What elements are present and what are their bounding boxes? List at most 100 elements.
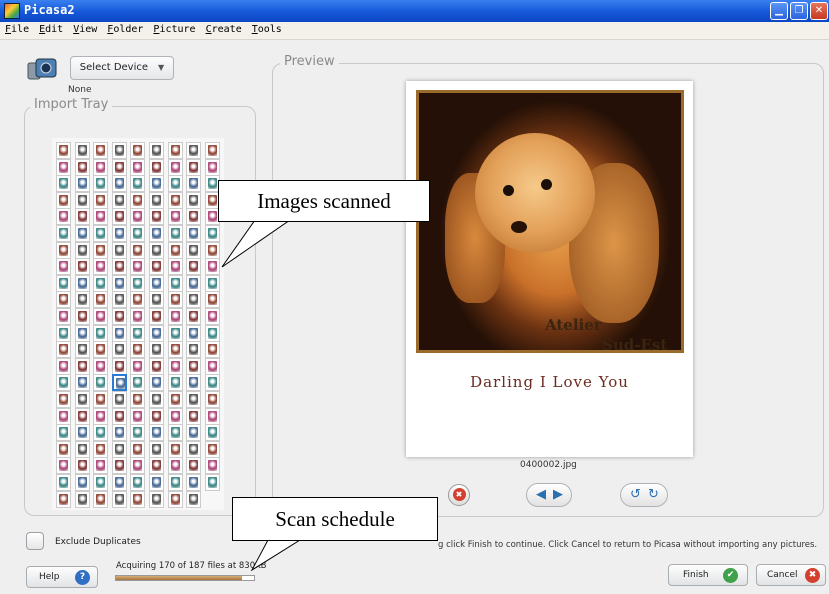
menu-create[interactable]: Create xyxy=(201,22,247,35)
thumbnail-image[interactable] xyxy=(167,357,183,375)
thumbnail-image[interactable] xyxy=(74,241,90,259)
thumbnail-image[interactable] xyxy=(111,274,127,292)
thumbnail-image[interactable] xyxy=(167,308,183,325)
thumbnail-image[interactable] xyxy=(186,208,202,226)
thumbnail-image[interactable] xyxy=(111,440,127,458)
thumbnail-image[interactable] xyxy=(186,308,202,325)
thumbnail-image[interactable] xyxy=(74,474,90,491)
thumbnail-image[interactable] xyxy=(149,407,164,425)
thumbnail-image[interactable] xyxy=(149,474,164,491)
thumbnail-image[interactable] xyxy=(111,142,127,159)
thumbnail-image[interactable] xyxy=(186,258,202,276)
thumbnail-image[interactable] xyxy=(149,158,164,176)
thumbnail-image[interactable] xyxy=(167,474,183,491)
thumbnail-image[interactable] xyxy=(111,175,127,193)
thumbnail-image[interactable] xyxy=(186,225,202,242)
thumbnail-image[interactable] xyxy=(111,241,127,259)
thumbnail-image[interactable] xyxy=(167,391,183,408)
thumbnail-image[interactable] xyxy=(130,407,146,425)
thumbnail-image[interactable] xyxy=(74,191,90,209)
finish-button[interactable]: Finish ✔ xyxy=(668,564,748,586)
thumbnail-image[interactable] xyxy=(111,424,127,442)
thumbnail-image[interactable] xyxy=(111,158,127,176)
thumbnail-image[interactable] xyxy=(130,274,146,292)
thumbnail-image[interactable] xyxy=(149,440,164,458)
thumbnail-image[interactable] xyxy=(130,258,146,276)
thumbnail-image[interactable] xyxy=(167,142,183,159)
thumbnail-image[interactable] xyxy=(74,374,90,392)
thumbnail-image[interactable] xyxy=(167,324,183,342)
thumbnail-image[interactable] xyxy=(130,308,146,325)
thumbnail-image[interactable] xyxy=(204,274,220,292)
thumbnail-image[interactable] xyxy=(56,474,71,491)
thumbnail-image[interactable] xyxy=(149,175,164,193)
thumbnail-image[interactable] xyxy=(149,374,164,392)
thumbnail-image[interactable] xyxy=(204,374,220,392)
thumbnail-image[interactable] xyxy=(149,490,164,508)
thumbnail-image[interactable] xyxy=(93,191,109,209)
thumbnail-image[interactable] xyxy=(186,490,202,508)
thumbnail-image[interactable] xyxy=(204,225,220,242)
thumbnail-image[interactable] xyxy=(93,324,109,342)
thumbnail-image[interactable] xyxy=(186,191,202,209)
thumbnail-image[interactable] xyxy=(93,175,109,193)
thumbnail-image[interactable] xyxy=(186,341,202,359)
thumbnail-image[interactable] xyxy=(56,208,71,226)
thumbnail-image[interactable] xyxy=(111,225,127,242)
thumbnail-image[interactable] xyxy=(204,391,220,408)
rotate-left-icon[interactable]: ↺ xyxy=(630,487,641,502)
exclude-duplicates-checkbox[interactable] xyxy=(26,532,44,550)
thumbnail-image[interactable] xyxy=(167,440,183,458)
thumbnail-image[interactable] xyxy=(167,407,183,425)
maximize-icon[interactable]: ❐ xyxy=(790,2,808,20)
thumbnail-image[interactable] xyxy=(56,374,71,392)
thumbnail-image[interactable] xyxy=(204,258,220,276)
thumbnail-image[interactable] xyxy=(111,457,127,475)
thumbnail-image[interactable] xyxy=(186,391,202,408)
thumbnail-image[interactable] xyxy=(93,374,109,392)
thumbnail-image[interactable] xyxy=(186,474,202,491)
thumbnail-image[interactable] xyxy=(204,357,220,375)
thumbnail-image[interactable] xyxy=(93,457,109,475)
thumbnail-image[interactable] xyxy=(167,341,183,359)
thumbnail-image[interactable] xyxy=(74,142,90,159)
thumbnail-image[interactable] xyxy=(186,158,202,176)
thumbnail-image[interactable] xyxy=(167,158,183,176)
thumbnail-image[interactable] xyxy=(111,490,127,508)
thumbnail-image[interactable] xyxy=(74,208,90,226)
thumbnail-image[interactable] xyxy=(74,258,90,276)
thumbnail-image[interactable] xyxy=(130,241,146,259)
thumbnail-image[interactable] xyxy=(149,208,164,226)
thumbnail-image[interactable] xyxy=(186,357,202,375)
thumbnail-image[interactable] xyxy=(186,424,202,442)
thumbnail-image[interactable] xyxy=(93,274,109,292)
thumbnail-image[interactable] xyxy=(204,424,220,442)
thumbnail-image[interactable] xyxy=(93,474,109,491)
thumbnail-image[interactable] xyxy=(111,341,127,359)
thumbnail-image[interactable] xyxy=(74,308,90,325)
thumbnail-image[interactable] xyxy=(111,208,127,226)
cancel-button[interactable]: Cancel ✖ xyxy=(756,564,826,586)
thumbnail-image[interactable] xyxy=(130,142,146,159)
thumbnail-image[interactable] xyxy=(130,357,146,375)
thumbnail-image[interactable] xyxy=(167,225,183,242)
thumbnail-image[interactable] xyxy=(111,391,127,408)
thumbnail-image[interactable] xyxy=(56,258,71,276)
thumbnail-image[interactable] xyxy=(74,391,90,408)
thumbnail-image[interactable] xyxy=(204,308,220,325)
minimize-icon[interactable]: ▁ xyxy=(770,2,788,20)
thumbnail-image[interactable] xyxy=(93,341,109,359)
thumbnail-image[interactable] xyxy=(204,407,220,425)
thumbnail-image[interactable] xyxy=(149,191,164,209)
thumbnail-image[interactable] xyxy=(130,191,146,209)
thumbnail-image[interactable] xyxy=(111,324,127,342)
thumbnail-image[interactable] xyxy=(167,274,183,292)
thumbnail-image[interactable] xyxy=(111,357,127,375)
thumbnail-image[interactable] xyxy=(186,241,202,259)
thumbnail-image[interactable] xyxy=(167,424,183,442)
thumbnail-image[interactable] xyxy=(56,191,71,209)
thumbnail-image[interactable] xyxy=(56,324,71,342)
thumbnail-image[interactable] xyxy=(204,474,220,491)
thumbnail-image[interactable] xyxy=(93,258,109,276)
thumbnail-image[interactable] xyxy=(74,158,90,176)
